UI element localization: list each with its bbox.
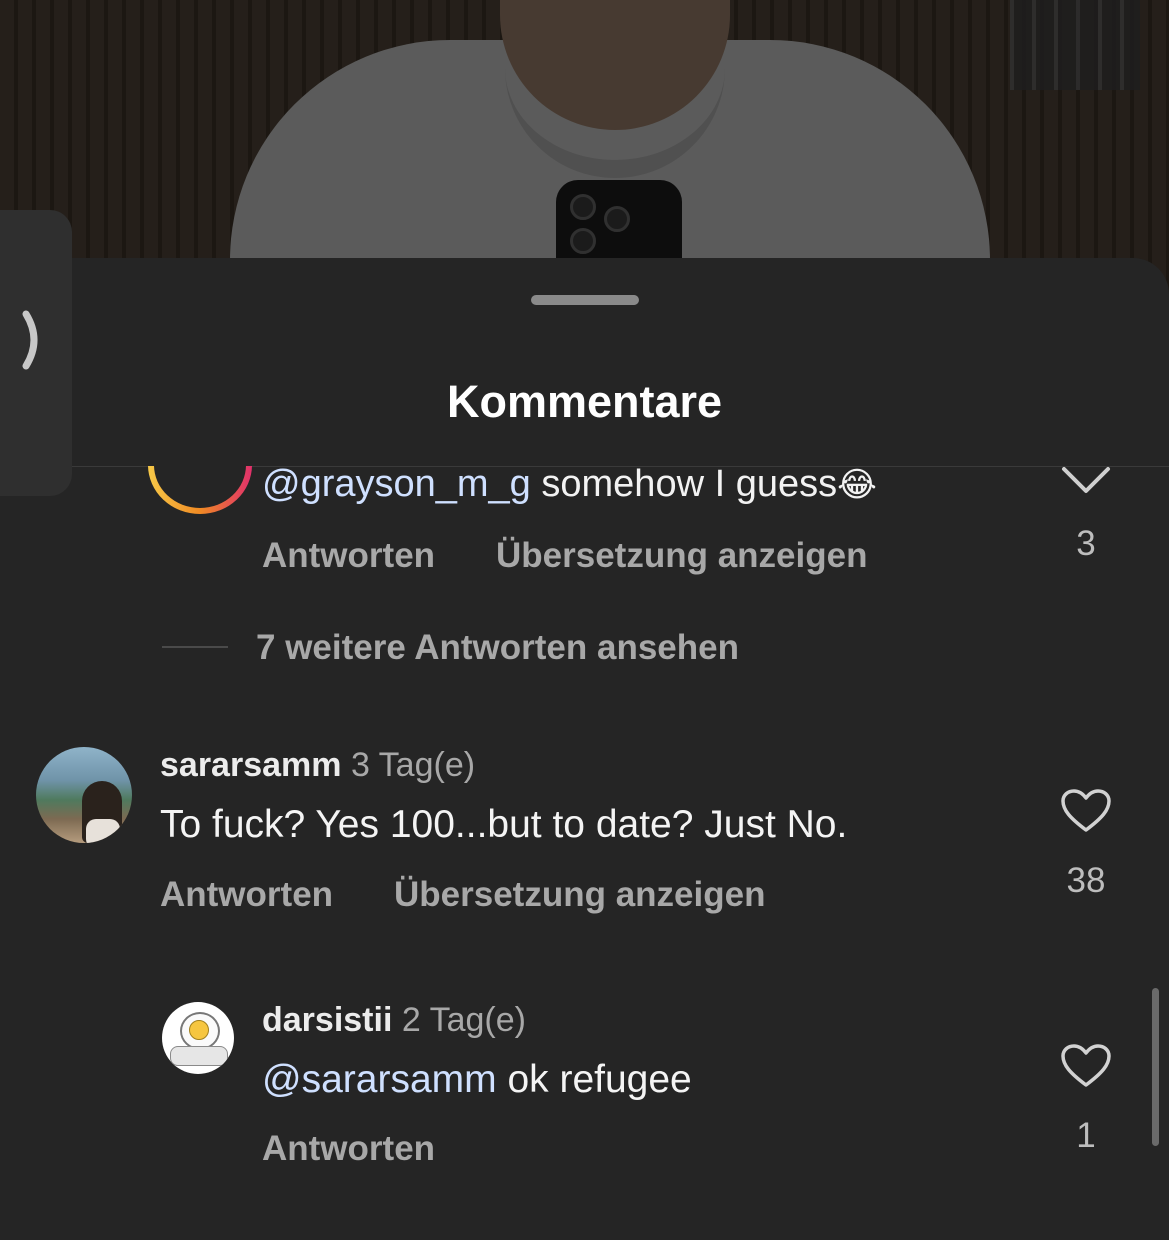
like-count: 3 <box>1076 524 1096 563</box>
view-more-replies-label[interactable]: 7 weitere Antworten ansehen <box>256 628 739 668</box>
avatar[interactable] <box>148 466 252 514</box>
heart-outline-icon[interactable] <box>1060 788 1112 834</box>
sheet-title: Kommentare <box>446 376 723 427</box>
side-panel-tab[interactable] <box>0 210 72 496</box>
sheet-grabber[interactable] <box>531 295 639 305</box>
username[interactable]: sararsamm <box>160 746 341 784</box>
translate-button[interactable]: Übersetzung anzeigen <box>496 536 867 576</box>
comment-text: To fuck? Yes 100...but to date? Just No. <box>160 803 848 846</box>
username[interactable]: darsistii <box>262 1001 392 1039</box>
scrollbar[interactable] <box>1152 988 1159 1146</box>
chevron-right-icon <box>22 310 38 370</box>
chevron-down-icon[interactable] <box>1060 463 1112 497</box>
timestamp: 2 Tag(e) <box>401 1001 526 1039</box>
comment-text: @sararsamm ok refugee <box>262 1058 692 1101</box>
mention-link[interactable]: @sararsamm <box>262 1058 497 1101</box>
avatar[interactable] <box>162 1002 234 1074</box>
like-count: 1 <box>1076 1116 1096 1155</box>
comments-sheet: Kommentare @grayson_m_g somehow I guess😂… <box>0 258 1169 1240</box>
avatar[interactable] <box>36 747 132 843</box>
comment-header: darsistii 2 Tag(e) <box>262 1001 526 1040</box>
comment-header: sararsamm 3 Tag(e) <box>160 746 475 785</box>
reply-button[interactable]: Antworten <box>160 875 333 915</box>
reply-button[interactable]: Antworten <box>262 536 435 576</box>
heart-outline-icon[interactable] <box>1060 1043 1112 1089</box>
replies-divider-line <box>162 646 228 648</box>
laughing-emoji-icon: 😂 <box>837 466 877 504</box>
mention-link[interactable]: @grayson_m_g <box>262 463 531 505</box>
timestamp: 3 Tag(e) <box>350 746 476 784</box>
like-count: 38 <box>1066 861 1106 900</box>
comment-text: @grayson_m_g somehow I guess😂 <box>262 463 877 505</box>
translate-button[interactable]: Übersetzung anzeigen <box>394 875 765 915</box>
video-background <box>0 0 1169 300</box>
reply-button[interactable]: Antworten <box>262 1129 435 1169</box>
